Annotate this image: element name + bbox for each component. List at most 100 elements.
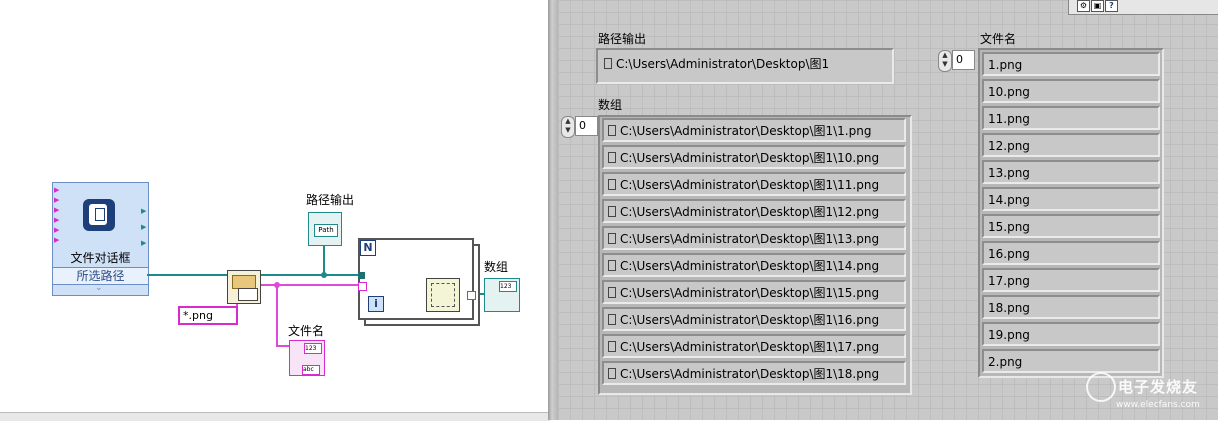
for-loop[interactable]: N i [358, 238, 476, 320]
file-dialog-output-label: 所选路径 [76, 269, 125, 283]
path-icon [608, 179, 616, 190]
output-arrows: ▶ ▶ ▶ [141, 207, 147, 247]
path-out-terminal[interactable]: Path [308, 212, 342, 246]
loop-index-terminal[interactable]: i [368, 296, 384, 312]
index-spinner-icon[interactable]: ▲ ▼ [938, 50, 952, 72]
path-terminal-text: Path [314, 224, 338, 237]
filename-item: 11.png [982, 106, 1160, 130]
build-path-node[interactable] [426, 278, 460, 312]
filename-terminal-str: abc [302, 365, 320, 375]
build-path-icon [431, 283, 455, 307]
array-item-value: C:\Users\Administrator\Desktop\图1\15.png [620, 286, 880, 300]
filename-terminal[interactable]: 123 abc [289, 340, 325, 376]
string-tunnel [358, 282, 367, 291]
path-icon [608, 233, 616, 244]
filename-item: 1.png [982, 52, 1160, 76]
array-item-value: C:\Users\Administrator\Desktop\图1\17.png [620, 340, 880, 354]
array-item: C:\Users\Administrator\Desktop\图1\11.png [602, 172, 906, 196]
path-wire [258, 274, 358, 276]
filename-item-value: 2.png [988, 355, 1023, 369]
array-item-value: C:\Users\Administrator\Desktop\图1\11.png [620, 178, 880, 192]
wire-junction [274, 282, 280, 288]
filename-item: 19.png [982, 322, 1160, 346]
path-icon [604, 58, 612, 69]
input-arrows: ▶ ▶ ▶ ▶ ▶ ▶ [54, 186, 60, 244]
path-out-terminal-label: 路径输出 [306, 193, 355, 207]
array-index-value[interactable]: 0 [575, 116, 598, 136]
array-item-value: C:\Users\Administrator\Desktop\图1\10.png [620, 151, 880, 165]
pattern-constant[interactable]: *.png [178, 306, 238, 325]
path-wire [323, 245, 325, 275]
filename-item-value: 11.png [988, 112, 1030, 126]
path-icon [608, 368, 616, 379]
gear-icon[interactable]: ⚙ [1077, 0, 1090, 12]
array-item: C:\Users\Administrator\Desktop\图1\17.png [602, 334, 906, 358]
filename-item: 15.png [982, 214, 1160, 238]
list-folder-node[interactable] [227, 270, 261, 304]
filename-item-value: 1.png [988, 58, 1023, 72]
string-wire [276, 345, 290, 347]
array-item: C:\Users\Administrator\Desktop\图1\13.png [602, 226, 906, 250]
filename-item: 17.png [982, 268, 1160, 292]
front-panel: 路径输出 C:\Users\Administrator\Desktop\图1 数… [558, 0, 1218, 420]
filename-index-control[interactable]: ▲ ▼ 0 [938, 50, 975, 72]
path-icon [608, 260, 616, 271]
index-spinner-icon[interactable]: ▲ ▼ [561, 116, 575, 138]
watermark-title: 电子发烧友 [1118, 378, 1199, 396]
array-item: C:\Users\Administrator\Desktop\图1\15.png [602, 280, 906, 304]
array-item: C:\Users\Administrator\Desktop\图1\14.png [602, 253, 906, 277]
array-label: 数组 [598, 98, 623, 112]
path-icon [608, 341, 616, 352]
path-out-value: C:\Users\Administrator\Desktop\图1 [616, 57, 830, 71]
expand-chevron-icon[interactable]: ⌄ [95, 283, 103, 293]
array-item: C:\Users\Administrator\Desktop\图1\10.png [602, 145, 906, 169]
help-icon[interactable]: ? [1105, 0, 1118, 12]
array-terminal-num: 123 [499, 281, 517, 292]
filename-index-value[interactable]: 0 [952, 50, 975, 70]
filename-item: 13.png [982, 160, 1160, 184]
block-diagram: ▶ ▶ ▶ ▶ ▶ ▶ ▶ ▶ ▶ 文件对话框 所选路径 ⌄ *.png 路径输出 Path … [0, 0, 551, 421]
array-terminal[interactable]: 123 [484, 278, 520, 312]
filename-terminal-num: 123 [304, 343, 322, 354]
path-tunnel [358, 272, 365, 279]
watermark-logo-icon [1086, 372, 1116, 402]
filename-item-value: 14.png [988, 193, 1030, 207]
array-item-value: C:\Users\Administrator\Desktop\图1\18.png [620, 367, 880, 381]
filename-item: 10.png [982, 79, 1160, 103]
array-item-value: C:\Users\Administrator\Desktop\图1\14.png [620, 259, 880, 273]
watermark-url: www.elecfans.com [1116, 400, 1200, 410]
filename-item-value: 17.png [988, 274, 1030, 288]
wire-junction [321, 272, 327, 278]
path-out-indicator: C:\Users\Administrator\Desktop\图1 [596, 48, 894, 84]
string-wire [276, 284, 278, 346]
file-dialog-node[interactable]: ▶ ▶ ▶ ▶ ▶ ▶ ▶ ▶ ▶ 文件对话框 所选路径 ⌄ [52, 182, 149, 296]
lock-icon[interactable]: ▣ [1091, 0, 1104, 12]
array-index-control[interactable]: ▲ ▼ 0 [561, 116, 598, 138]
path-icon [608, 152, 616, 163]
array-item-value: C:\Users\Administrator\Desktop\图1\1.png [620, 124, 872, 138]
watermark: 电子发烧友 www.elecfans.com [1086, 372, 1206, 416]
file-dialog-icon [83, 199, 115, 231]
array-item: C:\Users\Administrator\Desktop\图1\1.png [602, 118, 906, 142]
filename-item-value: 13.png [988, 166, 1030, 180]
path-icon [608, 314, 616, 325]
file-dialog-title: 文件对话框 [70, 251, 131, 265]
array-item-value: C:\Users\Administrator\Desktop\图1\16.png [620, 313, 880, 327]
filename-item-value: 16.png [988, 247, 1030, 261]
path-icon [608, 287, 616, 298]
filename-array-label: 文件名 [980, 32, 1017, 46]
folder-icon [232, 275, 256, 289]
path-wire [147, 274, 227, 276]
filename-item: 12.png [982, 133, 1160, 157]
array-terminal-label: 数组 [484, 260, 509, 274]
path-out-label: 路径输出 [598, 32, 647, 46]
filename-item: 18.png [982, 295, 1160, 319]
path-icon [608, 125, 616, 136]
array-item-value: C:\Users\Administrator\Desktop\图1\13.png [620, 232, 880, 246]
output-tunnel [467, 291, 476, 300]
filename-item-value: 10.png [988, 85, 1030, 99]
filename-item-value: 18.png [988, 301, 1030, 315]
window-divider [548, 0, 558, 420]
loop-count-terminal[interactable]: N [360, 240, 376, 256]
filename-item: 2.png [982, 349, 1160, 373]
